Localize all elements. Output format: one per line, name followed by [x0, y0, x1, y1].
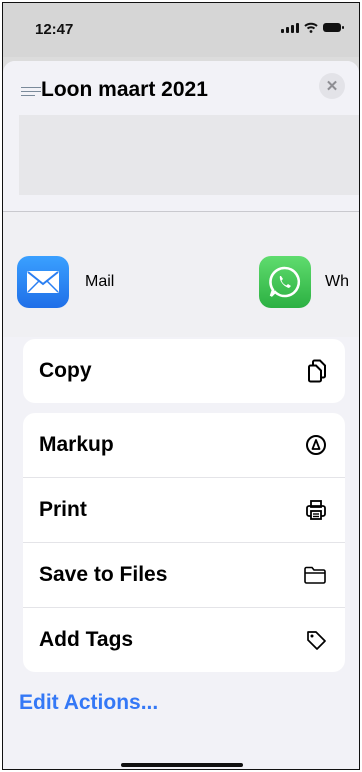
status-bar: 12:47	[3, 3, 359, 57]
mail-icon	[17, 256, 69, 308]
print-action[interactable]: Print	[23, 477, 345, 542]
wifi-icon	[304, 22, 318, 33]
save-to-files-action[interactable]: Save to Files	[23, 542, 345, 607]
app-label: Wh	[325, 273, 349, 290]
action-label: Copy	[39, 359, 92, 382]
close-button[interactable]: ✕	[319, 73, 345, 99]
copy-action[interactable]: Copy	[23, 339, 345, 403]
actions-group: Markup Print Save to Files Add Tags	[23, 413, 345, 672]
copy-action-group: Copy	[23, 339, 345, 403]
whatsapp-icon	[259, 256, 311, 308]
action-label: Markup	[39, 433, 114, 456]
app-label: Mail	[85, 273, 115, 290]
cellular-signal-icon	[281, 22, 299, 33]
share-apps-row: Mail Wh	[3, 212, 359, 337]
document-title: Loon maart 2021	[41, 78, 208, 101]
share-sheet: Loon maart 2021 ✕ Mail Wh Copy Markup Pr…	[3, 61, 359, 769]
document-thumbnail-icon	[21, 87, 41, 101]
share-app-mail[interactable]: Mail	[17, 256, 114, 308]
markup-action[interactable]: Markup	[23, 413, 345, 477]
copy-icon	[307, 359, 327, 383]
action-label: Print	[39, 498, 87, 521]
home-indicator	[121, 763, 243, 767]
share-sheet-header: Loon maart 2021 ✕	[3, 61, 359, 211]
markup-icon	[305, 434, 327, 456]
share-app-whatsapp[interactable]: Wh	[259, 256, 349, 308]
edit-actions-link[interactable]: Edit Actions...	[19, 691, 158, 715]
close-icon: ✕	[325, 78, 339, 95]
status-icons	[281, 22, 344, 33]
action-label: Save to Files	[39, 563, 168, 586]
status-time: 12:47	[35, 21, 74, 38]
phone-screen: 12:47 Loon maart 2021 ✕ Mail Wh Copy Mar…	[2, 2, 360, 770]
action-label: Add Tags	[39, 628, 134, 651]
add-tags-action[interactable]: Add Tags	[23, 607, 345, 672]
tag-icon	[305, 629, 327, 651]
battery-icon	[323, 23, 344, 32]
folder-icon	[303, 565, 327, 585]
print-icon	[305, 499, 327, 521]
document-preview	[19, 115, 359, 195]
